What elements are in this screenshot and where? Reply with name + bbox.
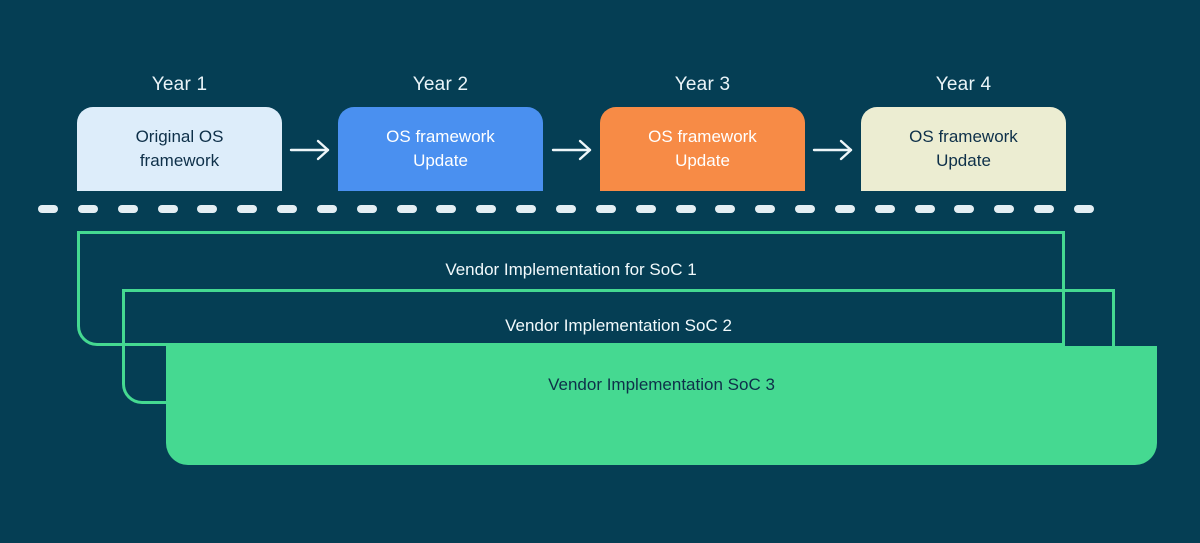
separator-dash — [755, 205, 776, 213]
separator-dash — [277, 205, 298, 213]
separator-dash — [914, 205, 935, 213]
separator-dash — [555, 205, 576, 213]
separator-dash — [874, 205, 895, 213]
year-label-2: Year 2 — [412, 74, 469, 95]
separator-dash — [1073, 205, 1094, 213]
separator-dash — [356, 205, 377, 213]
separator-dash — [675, 205, 696, 213]
year-label-3: Year 3 — [674, 74, 731, 95]
separator-dash — [436, 205, 457, 213]
vendor-band-soc-3: Vendor Implementation SoC 3 — [166, 346, 1157, 465]
separator-dash — [516, 205, 537, 213]
vendor-band-soc-3-label: Vendor Implementation SoC 3 — [548, 375, 775, 394]
diagram-canvas: Year 1 Year 2 Year 3 Year 4 Original OS … — [0, 0, 1200, 543]
separator-dash — [994, 205, 1015, 213]
separator-dash — [316, 205, 337, 213]
framework-box-year-2: OS framework Update — [338, 107, 543, 191]
framework-box-year-4: OS framework Update — [861, 107, 1066, 191]
framework-box-year-4-text: OS framework Update — [909, 127, 1018, 170]
separator-dash — [715, 205, 736, 213]
arrow-right-icon-1 — [283, 136, 339, 164]
vendor-band-soc-1-label: Vendor Implementation for SoC 1 — [445, 260, 697, 279]
separator-dash — [476, 205, 497, 213]
separator-dash — [635, 205, 656, 213]
arrow-right-icon-2 — [545, 136, 601, 164]
year-label-1: Year 1 — [151, 74, 208, 95]
separator-dash — [396, 205, 417, 213]
framework-box-year-1-text: Original OS framework — [135, 127, 224, 170]
separator-dash — [595, 205, 616, 213]
separator-dash — [237, 205, 258, 213]
framework-box-year-2-text: OS framework Update — [386, 127, 495, 170]
separator-dash — [1034, 205, 1055, 213]
separator-dash — [834, 205, 855, 213]
arrow-right-icon-3 — [806, 136, 862, 164]
separator-dash — [954, 205, 975, 213]
separator-dash — [117, 205, 138, 213]
framework-box-year-3: OS framework Update — [600, 107, 805, 191]
framework-box-year-1: Original OS framework — [77, 107, 282, 191]
separator-dash — [157, 205, 178, 213]
dashed-separator — [38, 205, 1094, 213]
separator-dash — [197, 205, 218, 213]
vendor-band-soc-2-label: Vendor Implementation SoC 2 — [505, 316, 732, 335]
separator-dash — [77, 205, 98, 213]
framework-box-year-3-text: OS framework Update — [648, 127, 757, 170]
separator-dash — [795, 205, 816, 213]
year-label-4: Year 4 — [935, 74, 992, 95]
separator-dash — [38, 205, 58, 213]
